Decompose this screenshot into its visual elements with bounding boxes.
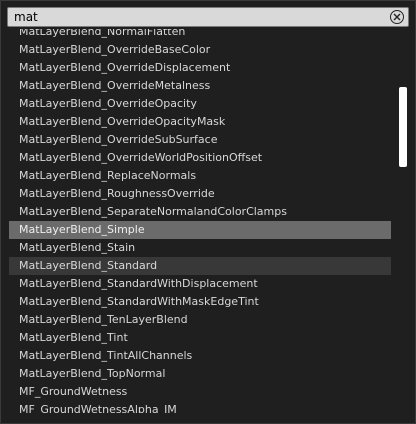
list-item[interactable]: MatLayerBlend_TenLayerBlend xyxy=(9,311,391,329)
search-popup: MatLayerBlend_NormalFlattenMatLayerBlend… xyxy=(0,0,416,424)
list-item[interactable]: MatLayerBlend_TintAllChannels xyxy=(9,347,391,365)
list-item[interactable]: MatLayerBlend_TopNormal xyxy=(9,365,391,383)
list-item[interactable]: MatLayerBlend_OverrideOpacityMask xyxy=(9,113,391,131)
list-item[interactable]: MF_GroundWetnessAlpha_IM xyxy=(9,401,391,413)
list-item[interactable]: MatLayerBlend_OverrideDisplacement xyxy=(9,59,391,77)
clear-search-button[interactable] xyxy=(390,10,404,24)
scrollbar-track[interactable] xyxy=(399,31,407,413)
list-item[interactable]: MatLayerBlend_Stain xyxy=(9,239,391,257)
list-item[interactable]: MatLayerBlend_RoughnessOverride xyxy=(9,185,391,203)
close-icon xyxy=(393,13,401,21)
list-item[interactable]: MatLayerBlend_OverrideWorldPositionOffse… xyxy=(9,149,391,167)
scrollbar-thumb[interactable] xyxy=(399,87,407,167)
list-item[interactable]: MatLayerBlend_NormalFlatten xyxy=(9,29,391,41)
list-item[interactable]: MatLayerBlend_StandardWithDisplacement xyxy=(9,275,391,293)
list-item[interactable]: MatLayerBlend_Simple xyxy=(9,221,391,239)
results-list[interactable]: MatLayerBlend_NormalFlatten MatLayerBlend… xyxy=(9,29,391,413)
search-input[interactable] xyxy=(8,8,378,26)
results-list-content: MatLayerBlend_NormalFlatten MatLayerBlend… xyxy=(9,29,391,413)
list-item[interactable]: MatLayerBlend_Tint xyxy=(9,329,391,347)
list-item[interactable]: MatLayerBlend_OverrideOpacity xyxy=(9,95,391,113)
list-item[interactable]: MatLayerBlend_ReplaceNormals xyxy=(9,167,391,185)
list-item[interactable]: MF_GroundWetness xyxy=(9,383,391,401)
list-item[interactable]: MatLayerBlend_SeparateNormalandColorClam… xyxy=(9,203,391,221)
list-item[interactable]: MatLayerBlend_OverrideBaseColor xyxy=(9,41,391,59)
list-item[interactable]: MatLayerBlend_Standard xyxy=(9,257,391,275)
list-item[interactable]: MatLayerBlend_OverrideSubSurface xyxy=(9,131,391,149)
list-item[interactable]: MatLayerBlend_StandardWithMaskEdgeTint xyxy=(9,293,391,311)
search-bar xyxy=(7,7,409,27)
list-item[interactable]: MatLayerBlend_OverrideMetalness xyxy=(9,77,391,95)
